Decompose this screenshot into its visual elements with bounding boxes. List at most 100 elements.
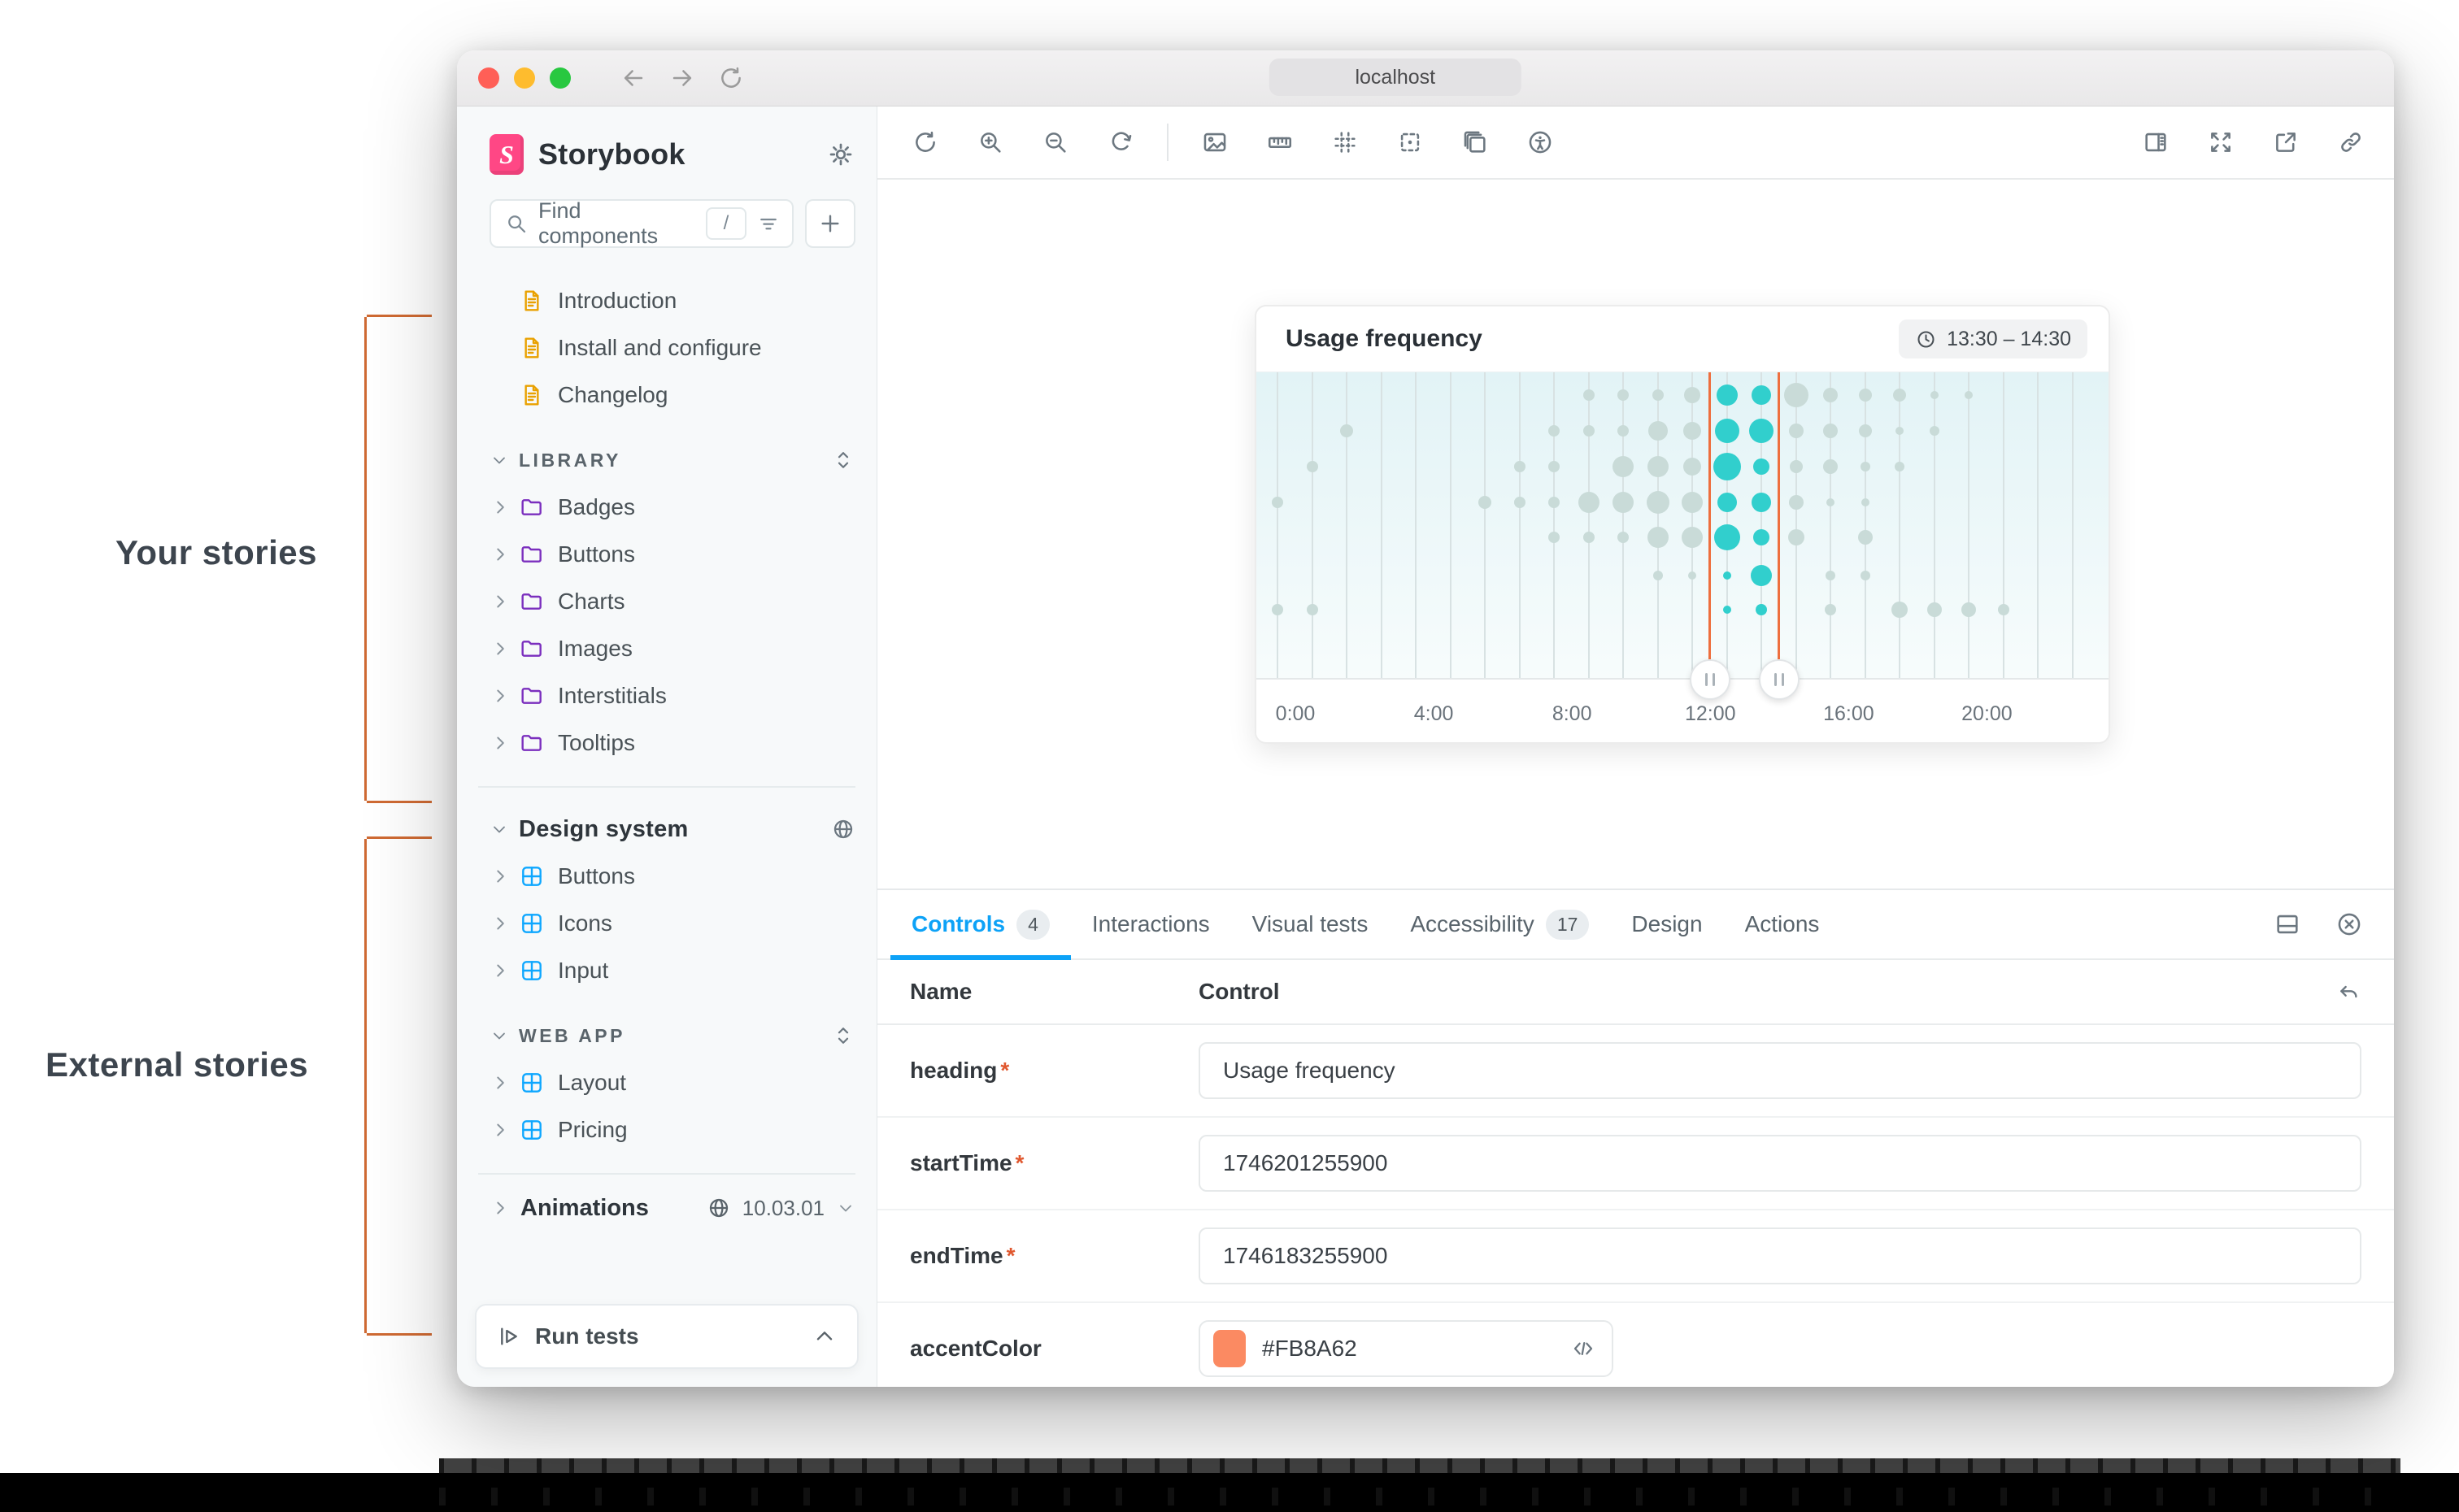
- tab-label: Visual tests: [1252, 911, 1369, 937]
- code-icon[interactable]: [1571, 1336, 1595, 1361]
- accessibility-icon[interactable]: [1526, 128, 1554, 156]
- color-swatch[interactable]: [1213, 1330, 1246, 1367]
- expand-collapse-icon[interactable]: [831, 448, 855, 472]
- copy-link-icon[interactable]: [2337, 128, 2365, 156]
- chart-dot: [1861, 498, 1869, 506]
- chart-dot: [1307, 461, 1318, 472]
- column-control: Control: [1199, 979, 1280, 1005]
- filter-icon[interactable]: [756, 211, 781, 236]
- chart-dot: [1784, 383, 1808, 407]
- tab-visual-tests[interactable]: Visual tests: [1231, 890, 1390, 958]
- axis-tick-label: 8:00: [1552, 702, 1592, 726]
- section-design-system[interactable]: Design system: [490, 806, 855, 853]
- sidebar-item-charts[interactable]: Charts: [490, 578, 855, 625]
- handle-grip: [1782, 673, 1784, 686]
- sidebar-item-animations[interactable]: Animations 10.03.01: [490, 1183, 855, 1233]
- forward-icon[interactable]: [668, 64, 696, 92]
- accentColor-control[interactable]: #FB8A62: [1199, 1320, 1613, 1377]
- chart-dot: [1617, 425, 1629, 437]
- heading-input[interactable]: Usage frequency: [1199, 1042, 2361, 1099]
- chart-gridline: [2072, 372, 2074, 678]
- gear-icon[interactable]: [826, 140, 855, 169]
- chart-dot: [1961, 602, 1976, 617]
- search-input[interactable]: Find components /: [490, 199, 794, 248]
- annotation-bracket-your-stories: [364, 317, 433, 801]
- browser-nav: [620, 64, 745, 92]
- close-window-button[interactable]: [478, 67, 499, 89]
- annotation-bracket-external-stories: [364, 839, 433, 1333]
- sidebar-item-pricing[interactable]: Pricing: [490, 1106, 855, 1154]
- expand-collapse-icon[interactable]: [831, 1023, 855, 1048]
- reset-controls-icon[interactable]: [2335, 979, 2361, 1005]
- tab-label: Design: [1631, 911, 1702, 937]
- widget-title: Usage frequency: [1286, 325, 1482, 353]
- chart-dot: [1751, 565, 1772, 586]
- reload-icon[interactable]: [717, 64, 745, 92]
- sidebar-item-input[interactable]: Input: [490, 947, 855, 994]
- chart-dot: [1647, 491, 1669, 514]
- sidebar-item-install-and-configure[interactable]: Install and configure: [490, 324, 855, 371]
- chevron-up-icon[interactable]: [812, 1323, 838, 1349]
- zoom-in-icon[interactable]: [977, 128, 1004, 156]
- axis-tick-label: 16:00: [1823, 702, 1874, 726]
- zoom-window-button[interactable]: [550, 67, 571, 89]
- chevron-right-icon: [490, 544, 511, 565]
- clock-icon: [1915, 328, 1937, 350]
- selection-handle[interactable]: [1690, 659, 1730, 700]
- sidebar-item-introduction[interactable]: Introduction: [490, 277, 855, 324]
- chevron-down-icon[interactable]: [836, 1198, 855, 1218]
- panel-right-icon[interactable]: [2142, 128, 2170, 156]
- fullscreen-icon[interactable]: [2207, 128, 2235, 156]
- browser-window: localhost S Storybook Find components /: [457, 50, 2394, 1387]
- sidebar-item-buttons[interactable]: Buttons: [490, 531, 855, 578]
- section-library[interactable]: LIBRARY: [490, 437, 855, 484]
- sidebar-item-layout[interactable]: Layout: [490, 1059, 855, 1106]
- sidebar-item-label: Charts: [558, 589, 625, 615]
- chart-dot: [1717, 385, 1738, 406]
- zoom-out-icon[interactable]: [1042, 128, 1069, 156]
- sidebar-item-icons[interactable]: Icons: [490, 900, 855, 947]
- storybook-logo-icon: S: [490, 134, 524, 175]
- address-bar[interactable]: localhost: [1269, 59, 1521, 96]
- minimize-window-button[interactable]: [514, 67, 535, 89]
- tab-interactions[interactable]: Interactions: [1071, 890, 1231, 958]
- chart-gridline: [1381, 372, 1382, 678]
- sidebar-item-badges[interactable]: Badges: [490, 484, 855, 531]
- chart-dot: [1647, 456, 1669, 477]
- zoom-reset-icon[interactable]: [1107, 128, 1134, 156]
- sidebar-item-changelog[interactable]: Changelog: [490, 371, 855, 419]
- back-icon[interactable]: [620, 64, 647, 92]
- chart-dot: [1749, 419, 1774, 443]
- sidebar-item-buttons[interactable]: Buttons: [490, 853, 855, 900]
- run-tests-button[interactable]: Run tests: [475, 1304, 859, 1369]
- compare-icon[interactable]: [1461, 128, 1489, 156]
- usage-chart-axis: 0:004:008:0012:0016:0020:00: [1256, 678, 2109, 741]
- section-web-app-label: WEB APP: [519, 1025, 625, 1047]
- startTime-input[interactable]: 1746201255900: [1199, 1135, 2361, 1192]
- sidebar-item-images[interactable]: Images: [490, 625, 855, 672]
- sidebar-item-tooltips[interactable]: Tooltips: [490, 719, 855, 767]
- section-web-app[interactable]: WEB APP: [490, 1012, 855, 1059]
- panel-position-icon[interactable]: [2274, 910, 2301, 938]
- chart-dot: [1514, 461, 1525, 472]
- measure-icon[interactable]: [1266, 128, 1294, 156]
- create-story-button[interactable]: [805, 199, 855, 248]
- chart-dot: [1752, 493, 1771, 512]
- close-panel-icon[interactable]: [2335, 910, 2363, 938]
- tab-accessibility[interactable]: Accessibility17: [1389, 890, 1610, 958]
- remount-icon[interactable]: [912, 128, 939, 156]
- tab-actions[interactable]: Actions: [1724, 890, 1841, 958]
- sidebar-item-interstitials[interactable]: Interstitials: [490, 672, 855, 719]
- endTime-input[interactable]: 1746183255900: [1199, 1227, 2361, 1284]
- selection-handle[interactable]: [1759, 659, 1800, 700]
- backgrounds-icon[interactable]: [1201, 128, 1229, 156]
- control-name: startTime*: [877, 1150, 1199, 1176]
- chart-gridline: [1346, 372, 1347, 678]
- grid-icon[interactable]: [1331, 128, 1359, 156]
- plus-icon: [817, 211, 843, 237]
- chevron-right-icon: [490, 685, 511, 706]
- tab-design[interactable]: Design: [1610, 890, 1723, 958]
- open-new-tab-icon[interactable]: [2272, 128, 2300, 156]
- outline-icon[interactable]: [1396, 128, 1424, 156]
- tab-controls[interactable]: Controls4: [890, 890, 1071, 958]
